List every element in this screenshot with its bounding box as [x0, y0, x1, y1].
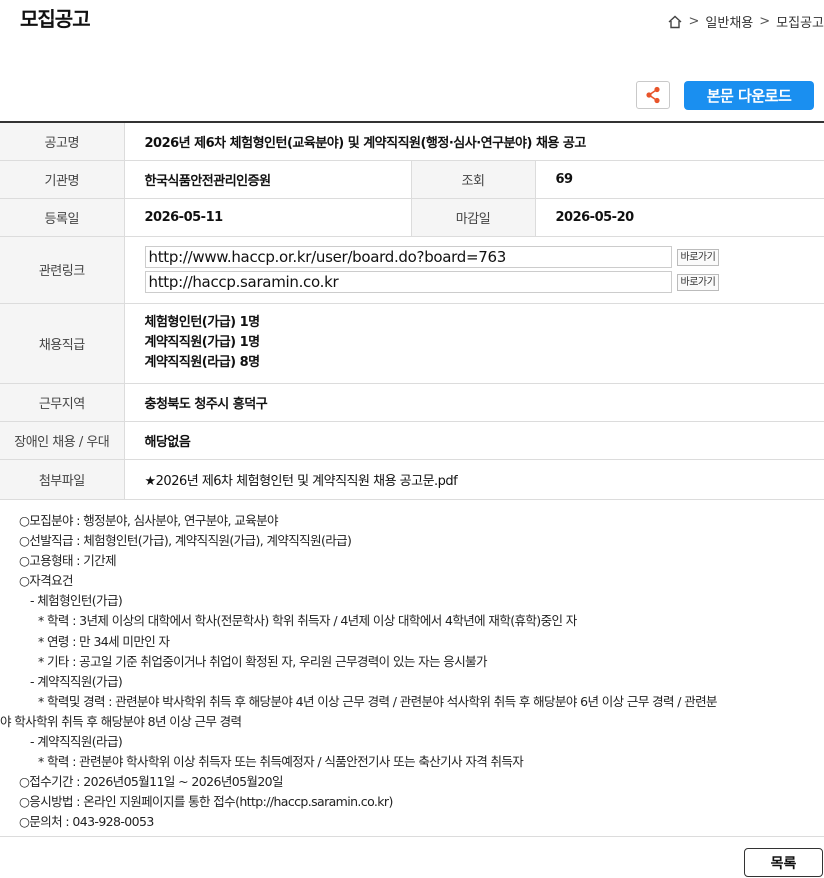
reg-label: 등록일: [0, 198, 125, 237]
body-line: ○모집분야 : 행정분야, 심사분야, 연구분야, 교육분야: [19, 513, 279, 528]
download-button[interactable]: 본문 다운로드: [684, 81, 814, 110]
go-button-1[interactable]: 바로가기: [676, 248, 720, 266]
body-line: - 계약직직원(라급): [30, 734, 123, 750]
page-title: 모집공고: [20, 7, 91, 31]
body-line: * 기타 : 공고일 기준 취업중이거나 취업이 확정된 자, 우리원 근무경력…: [38, 653, 488, 669]
link-row-2: http://haccp.saramin.co.kr 바로가기: [144, 271, 824, 293]
body-line: ○접수기간 : 2026년05월11일 ~ 2026년05월20일: [19, 774, 284, 790]
row-location: 근무지역 충청북도 청주시 흥덕구: [0, 383, 824, 422]
breadcrumb-separator: >: [759, 14, 771, 29]
body-line: ○자격요건: [19, 573, 74, 589]
body-line: ○응시방법 : 온라인 지원페이지를 통한 접수(http://haccp.sa…: [19, 794, 393, 810]
position-item: 계약직직원(가급) 1명: [144, 335, 261, 350]
link-field-2[interactable]: http://haccp.saramin.co.kr: [144, 271, 672, 293]
body-line: - 계약직직원(가급): [30, 673, 123, 689]
body-line: * 연령 : 만 34세 미만인 자: [38, 633, 170, 649]
org-label: 기관명: [0, 160, 125, 199]
attach-link[interactable]: ★2026년 제6차 체험형인턴 및 계약직직원 채용 공고문.pdf: [124, 459, 824, 500]
body-line: - 체험형인턴(가급): [30, 593, 123, 609]
views-value: 69: [535, 160, 824, 199]
position-item: 계약직직원(라급) 8명: [144, 355, 261, 370]
go-button-2[interactable]: 바로가기: [676, 273, 720, 291]
link-row-1: http://www.haccp.or.kr/user/board.do?boa…: [144, 246, 824, 268]
body-line: ○문의처 : 043-928-0053: [19, 814, 154, 830]
row-title: 공고명 2026년 제6차 체험형인턴(교육분야) 및 계약직직원(행정·심사·…: [0, 122, 824, 161]
row-attachment: 첨부파일 ★2026년 제6차 체험형인턴 및 계약직직원 채용 공고문.pdf: [0, 459, 824, 500]
divider: [0, 836, 824, 837]
positions-cell: 체험형인턴(가급) 1명 계약직직원(가급) 1명 계약직직원(라급) 8명: [124, 303, 824, 384]
links-cell: http://www.haccp.or.kr/user/board.do?boa…: [124, 236, 824, 304]
row-links: 관련링크 http://www.haccp.or.kr/user/board.d…: [0, 236, 824, 304]
notice-body: ○모집분야 : 행정분야, 심사분야, 연구분야, 교육분야 ○선발직급 : 체…: [0, 511, 819, 833]
disability-value: 해당없음: [124, 421, 824, 460]
home-icon[interactable]: [667, 14, 683, 30]
notice-info-table: 공고명 2026년 제6차 체험형인턴(교육분야) 및 계약직직원(행정·심사·…: [0, 121, 824, 500]
deadline-label: 마감일: [410, 198, 536, 237]
disability-label: 장애인 채용 / 우대: [0, 421, 125, 460]
breadcrumb-separator: >: [688, 14, 700, 29]
location-value: 충청북도 청주시 흥덕구: [124, 383, 824, 422]
body-line: * 학력 : 3년제 이상의 대학에서 학사(전문학사) 학위 취득자 / 4년…: [38, 613, 577, 629]
share-button[interactable]: [636, 81, 670, 109]
body-line: 야 학사학위 취득 후 해당분야 8년 이상 근무 경력: [0, 713, 242, 729]
row-disability: 장애인 채용 / 우대 해당없음: [0, 421, 824, 460]
attach-label: 첨부파일: [0, 459, 125, 500]
body-line: * 학력 : 관련분야 학사학위 이상 취득자 또는 취득예정자 / 식품안전기…: [38, 754, 524, 770]
link-field-1[interactable]: http://www.haccp.or.kr/user/board.do?boa…: [144, 246, 672, 268]
views-label: 조회: [410, 160, 536, 199]
list-button[interactable]: 목록: [744, 848, 823, 877]
breadcrumb: > 일반채용 > 모집공고: [667, 12, 824, 31]
location-label: 근무지역: [0, 383, 125, 422]
body-line: * 학력및 경력 : 관련분야 박사학위 취득 후 해당분야 4년 이상 근무 …: [38, 693, 718, 709]
org-value: 한국식품안전관리인증원: [124, 160, 411, 199]
body-line: ○선발직급 : 체험형인턴(가급), 계약직직원(가급), 계약직직원(라급): [19, 533, 352, 549]
share-icon: [646, 86, 660, 104]
row-org: 기관명 한국식품안전관리인증원 조회 69: [0, 160, 824, 199]
title-label: 공고명: [0, 122, 125, 161]
breadcrumb-item-general-hiring[interactable]: 일반채용: [705, 12, 753, 31]
body-line: ○고용형태 : 기간제: [19, 553, 117, 569]
positions-label: 채용직급: [0, 303, 125, 384]
row-dates: 등록일 2026-05-11 마감일 2026-05-20: [0, 198, 824, 237]
title-value: 2026년 제6차 체험형인턴(교육분야) 및 계약직직원(행정·심사·연구분야…: [124, 122, 824, 161]
position-item: 체험형인턴(가급) 1명: [144, 315, 261, 330]
row-positions: 채용직급 체험형인턴(가급) 1명 계약직직원(가급) 1명 계약직직원(라급)…: [0, 303, 824, 384]
deadline-value: 2026-05-20: [535, 198, 824, 237]
reg-value: 2026-05-11: [124, 198, 411, 237]
breadcrumb-item-notice[interactable]: 모집공고: [776, 12, 824, 31]
links-label: 관련링크: [0, 236, 125, 304]
